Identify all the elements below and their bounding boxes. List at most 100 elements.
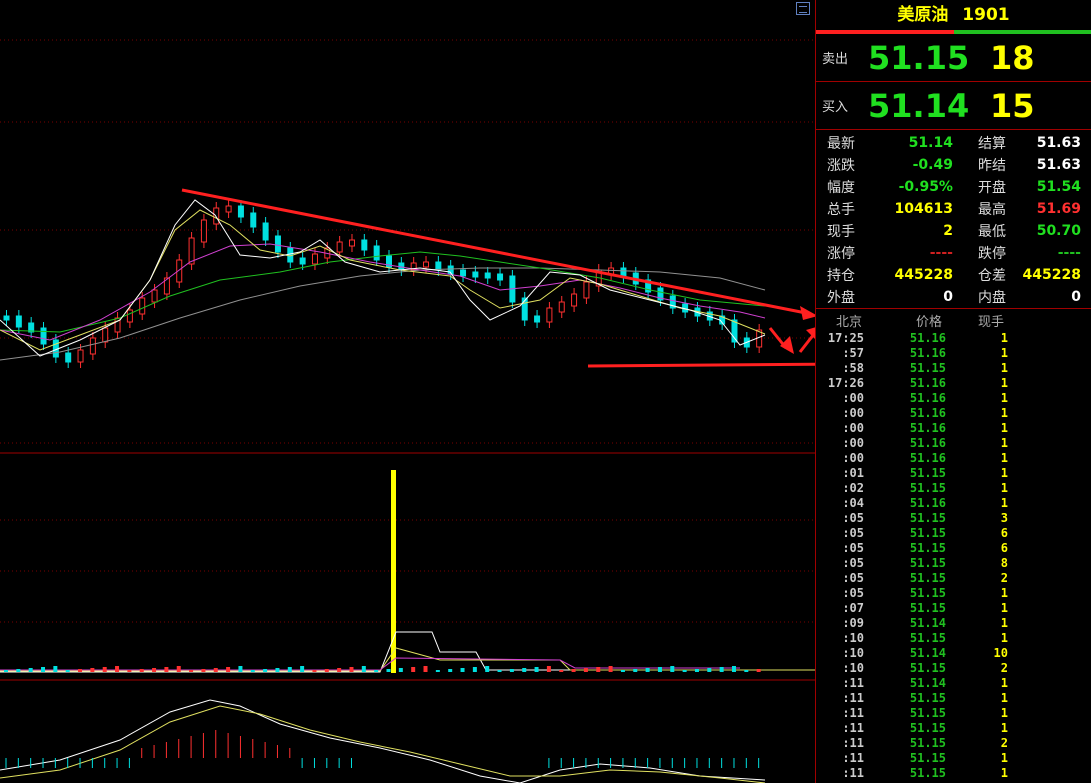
tick-time: :05 bbox=[842, 511, 864, 525]
tick-time: :02 bbox=[842, 481, 864, 495]
stat-value: ---- bbox=[1057, 245, 1081, 261]
tick-volume: 1 bbox=[1000, 346, 1008, 360]
tick-row: :05 51.15 8 bbox=[816, 556, 1091, 571]
stat-value: 51.69 bbox=[1036, 201, 1081, 217]
ticks-list[interactable]: 17:25 51.16 1:57 51.16 1:58 51.15 1 17:26 51.16 1… bbox=[816, 331, 1091, 781]
candles bbox=[3, 200, 763, 368]
volume-bar bbox=[756, 669, 761, 672]
down-arrowhead bbox=[780, 336, 794, 354]
tick-volume: 3 bbox=[1000, 511, 1008, 525]
candlestick-chart[interactable] bbox=[0, 0, 815, 783]
volume-bar bbox=[287, 667, 292, 672]
tick-volume: 2 bbox=[1000, 736, 1008, 750]
stats-table: 最新 51.14 结算 51.63 涨跌 -0.49 昨结 51.63 幅度 -0.95% 开盘 51… bbox=[816, 132, 1091, 308]
tick-volume: 1 bbox=[1000, 376, 1008, 390]
tick-volume: 6 bbox=[1000, 541, 1008, 555]
volume-bar bbox=[472, 667, 477, 672]
volume-bar bbox=[707, 668, 712, 672]
stat-value: 445228 bbox=[1022, 267, 1081, 283]
candle-body bbox=[65, 352, 72, 363]
bid-volume: 15 bbox=[990, 86, 1035, 125]
tick-volume: 10 bbox=[993, 646, 1008, 660]
layout-toggle-icon[interactable] bbox=[796, 2, 810, 15]
volume-bar bbox=[250, 670, 255, 672]
tick-time: :05 bbox=[842, 541, 864, 555]
instrument-title: 美原油 1901 bbox=[816, 0, 1091, 30]
tick-volume: 6 bbox=[1000, 526, 1008, 540]
tick-time: :11 bbox=[842, 766, 864, 780]
candle-body bbox=[237, 205, 244, 218]
tick-time: :01 bbox=[842, 466, 864, 480]
tick-time: :58 bbox=[842, 361, 864, 375]
tick-volume: 1 bbox=[1000, 496, 1008, 510]
tick-volume: 2 bbox=[1000, 661, 1008, 675]
volume-bar bbox=[53, 666, 58, 672]
tick-price: 51.15 bbox=[909, 586, 946, 600]
volume-bar bbox=[115, 666, 120, 672]
stat-label: 昨结 bbox=[977, 158, 1006, 174]
tick-row: :01 51.15 1 bbox=[816, 466, 1091, 481]
stat-label: 外盘 bbox=[827, 290, 855, 306]
tick-price: 51.16 bbox=[909, 421, 946, 435]
bid-row[interactable]: 买入 51.14 15 bbox=[816, 82, 1091, 130]
volume-bar bbox=[411, 667, 416, 672]
tick-volume: 8 bbox=[1000, 556, 1008, 570]
volume-bar bbox=[361, 666, 366, 672]
tick-volume: 1 bbox=[1000, 391, 1008, 405]
stat-label: 涨跌 bbox=[827, 158, 855, 174]
macd-line-yellow bbox=[0, 705, 766, 783]
tick-price: 51.16 bbox=[909, 406, 946, 420]
tick-row: :05 51.15 3 bbox=[816, 511, 1091, 526]
bid-ask-ratio-bar bbox=[816, 30, 1091, 34]
tick-time: :05 bbox=[842, 526, 864, 540]
tick-volume: 1 bbox=[1000, 421, 1008, 435]
volume-bar bbox=[596, 667, 601, 672]
volume-bar bbox=[226, 667, 231, 672]
volume-bar bbox=[398, 668, 403, 672]
volume-bar bbox=[386, 669, 391, 672]
tick-row: :05 51.15 1 bbox=[816, 586, 1091, 601]
tick-price: 51.15 bbox=[909, 571, 946, 585]
tick-time: :11 bbox=[842, 676, 864, 690]
stats-row: 涨跌 -0.49 昨结 51.63 bbox=[816, 154, 1091, 176]
tick-volume: 1 bbox=[1000, 451, 1008, 465]
tick-time: :05 bbox=[842, 586, 864, 600]
candle-body bbox=[460, 269, 467, 277]
tick-time: :00 bbox=[842, 421, 864, 435]
stat-label: 开盘 bbox=[977, 180, 1006, 196]
tick-row: :09 51.14 1 bbox=[816, 616, 1091, 631]
volume-bar bbox=[78, 669, 83, 672]
tick-price: 51.16 bbox=[909, 451, 946, 465]
volume-bar bbox=[139, 669, 144, 672]
tick-volume: 1 bbox=[1000, 691, 1008, 705]
tick-row: :00 51.16 1 bbox=[816, 451, 1091, 466]
volume-bar bbox=[657, 667, 662, 672]
tick-row: :00 51.16 1 bbox=[816, 406, 1091, 421]
tick-price: 51.16 bbox=[909, 496, 946, 510]
candle-body bbox=[373, 245, 380, 261]
tick-price: 51.15 bbox=[909, 721, 946, 735]
tick-time: :10 bbox=[842, 646, 864, 660]
ticks-header: 北京 价格 现手 bbox=[816, 308, 1091, 331]
tick-price: 51.15 bbox=[909, 706, 946, 720]
tick-price: 51.15 bbox=[909, 511, 946, 525]
stat-value: 104613 bbox=[894, 201, 953, 217]
tick-price: 51.16 bbox=[909, 391, 946, 405]
candle-body bbox=[497, 273, 504, 281]
candle-body bbox=[361, 239, 368, 251]
stat-label: 最低 bbox=[977, 224, 1006, 240]
stat-label: 跌停 bbox=[977, 246, 1006, 262]
tick-time: :00 bbox=[842, 391, 864, 405]
volume-bar bbox=[694, 669, 699, 672]
ask-row[interactable]: 卖出 51.15 18 bbox=[816, 34, 1091, 82]
tick-row: :00 51.16 1 bbox=[816, 391, 1091, 406]
stat-label: 持仓 bbox=[827, 268, 855, 284]
macd-line-white bbox=[0, 699, 766, 783]
volume-bar bbox=[324, 669, 329, 672]
tick-row: :00 51.16 1 bbox=[816, 421, 1091, 436]
tick-volume: 1 bbox=[1000, 361, 1008, 375]
tick-time: :07 bbox=[842, 601, 864, 615]
ticks-header-price: 价格 bbox=[915, 314, 942, 330]
volume-bar bbox=[534, 667, 539, 672]
volume-bar bbox=[152, 668, 157, 672]
